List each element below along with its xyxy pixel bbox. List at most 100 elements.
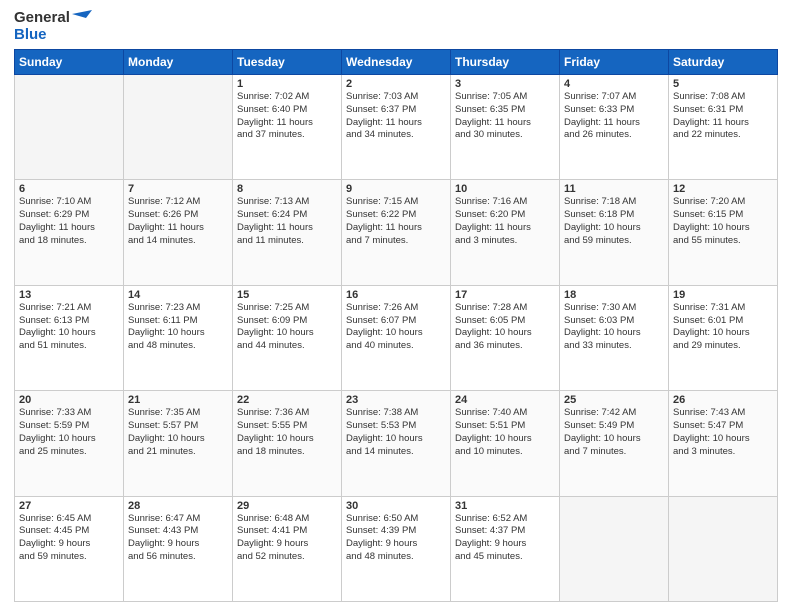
- cell-content: Sunrise: 7:42 AMSunset: 5:49 PMDaylight:…: [564, 407, 664, 458]
- cell-content: Sunrise: 7:02 AMSunset: 6:40 PMDaylight:…: [237, 91, 337, 142]
- calendar-cell: 11Sunrise: 7:18 AMSunset: 6:18 PMDayligh…: [560, 180, 669, 285]
- cell-content: Sunrise: 7:23 AMSunset: 6:11 PMDaylight:…: [128, 302, 228, 353]
- daylight-minutes-text: and 45 minutes.: [455, 551, 555, 564]
- daylight-minutes-text: and 33 minutes.: [564, 340, 664, 353]
- day-number: 8: [237, 183, 337, 195]
- sunset-text: Sunset: 5:47 PM: [673, 420, 773, 433]
- daylight-text: Daylight: 9 hours: [128, 538, 228, 551]
- calendar-cell: 4Sunrise: 7:07 AMSunset: 6:33 PMDaylight…: [560, 75, 669, 180]
- day-number: 14: [128, 289, 228, 301]
- sunset-text: Sunset: 6:09 PM: [237, 315, 337, 328]
- sunset-text: Sunset: 6:22 PM: [346, 209, 446, 222]
- day-number: 18: [564, 289, 664, 301]
- daylight-text: Daylight: 10 hours: [237, 433, 337, 446]
- sunset-text: Sunset: 4:43 PM: [128, 525, 228, 538]
- calendar-cell: 16Sunrise: 7:26 AMSunset: 6:07 PMDayligh…: [342, 285, 451, 390]
- sunset-text: Sunset: 6:20 PM: [455, 209, 555, 222]
- logo-container: General Blue: [14, 10, 92, 43]
- sunrise-text: Sunrise: 7:18 AM: [564, 196, 664, 209]
- daylight-text: Daylight: 9 hours: [19, 538, 119, 551]
- sunrise-text: Sunrise: 7:36 AM: [237, 407, 337, 420]
- calendar-cell: 1Sunrise: 7:02 AMSunset: 6:40 PMDaylight…: [233, 75, 342, 180]
- sunrise-text: Sunrise: 7:40 AM: [455, 407, 555, 420]
- sunset-text: Sunset: 6:11 PM: [128, 315, 228, 328]
- sunset-text: Sunset: 6:18 PM: [564, 209, 664, 222]
- sunset-text: Sunset: 4:45 PM: [19, 525, 119, 538]
- cell-content: Sunrise: 7:07 AMSunset: 6:33 PMDaylight:…: [564, 91, 664, 142]
- sunset-text: Sunset: 4:37 PM: [455, 525, 555, 538]
- sunrise-text: Sunrise: 7:10 AM: [19, 196, 119, 209]
- sunrise-text: Sunrise: 7:05 AM: [455, 91, 555, 104]
- daylight-text: Daylight: 10 hours: [673, 222, 773, 235]
- daylight-minutes-text: and 3 minutes.: [455, 235, 555, 248]
- daylight-minutes-text: and 37 minutes.: [237, 129, 337, 142]
- sunrise-text: Sunrise: 7:16 AM: [455, 196, 555, 209]
- sunrise-text: Sunrise: 7:28 AM: [455, 302, 555, 315]
- sunrise-text: Sunrise: 7:13 AM: [237, 196, 337, 209]
- calendar-week-row: 27Sunrise: 6:45 AMSunset: 4:45 PMDayligh…: [15, 496, 778, 601]
- daylight-minutes-text: and 59 minutes.: [564, 235, 664, 248]
- sunset-text: Sunset: 6:05 PM: [455, 315, 555, 328]
- calendar-cell: 25Sunrise: 7:42 AMSunset: 5:49 PMDayligh…: [560, 391, 669, 496]
- sunrise-text: Sunrise: 7:43 AM: [673, 407, 773, 420]
- sunrise-text: Sunrise: 7:33 AM: [19, 407, 119, 420]
- day-number: 12: [673, 183, 773, 195]
- sunset-text: Sunset: 6:33 PM: [564, 104, 664, 117]
- sunrise-text: Sunrise: 7:31 AM: [673, 302, 773, 315]
- sunrise-text: Sunrise: 6:47 AM: [128, 513, 228, 526]
- sunset-text: Sunset: 6:13 PM: [19, 315, 119, 328]
- calendar-week-row: 20Sunrise: 7:33 AMSunset: 5:59 PMDayligh…: [15, 391, 778, 496]
- sunrise-text: Sunrise: 7:26 AM: [346, 302, 446, 315]
- sunset-text: Sunset: 5:49 PM: [564, 420, 664, 433]
- daylight-minutes-text: and 25 minutes.: [19, 446, 119, 459]
- weekday-header: Wednesday: [342, 50, 451, 75]
- daylight-minutes-text: and 36 minutes.: [455, 340, 555, 353]
- daylight-text: Daylight: 11 hours: [237, 222, 337, 235]
- calendar-cell: 12Sunrise: 7:20 AMSunset: 6:15 PMDayligh…: [669, 180, 778, 285]
- daylight-minutes-text: and 11 minutes.: [237, 235, 337, 248]
- calendar-cell: 15Sunrise: 7:25 AMSunset: 6:09 PMDayligh…: [233, 285, 342, 390]
- sunrise-text: Sunrise: 7:42 AM: [564, 407, 664, 420]
- sunset-text: Sunset: 5:51 PM: [455, 420, 555, 433]
- day-number: 15: [237, 289, 337, 301]
- day-number: 4: [564, 78, 664, 90]
- daylight-text: Daylight: 10 hours: [673, 327, 773, 340]
- daylight-text: Daylight: 10 hours: [128, 433, 228, 446]
- daylight-text: Daylight: 11 hours: [455, 222, 555, 235]
- cell-content: Sunrise: 7:12 AMSunset: 6:26 PMDaylight:…: [128, 196, 228, 247]
- cell-content: Sunrise: 7:21 AMSunset: 6:13 PMDaylight:…: [19, 302, 119, 353]
- cell-content: Sunrise: 6:45 AMSunset: 4:45 PMDaylight:…: [19, 513, 119, 564]
- daylight-minutes-text: and 52 minutes.: [237, 551, 337, 564]
- sunset-text: Sunset: 5:57 PM: [128, 420, 228, 433]
- sunset-text: Sunset: 6:40 PM: [237, 104, 337, 117]
- weekday-header: Saturday: [669, 50, 778, 75]
- calendar-cell: 10Sunrise: 7:16 AMSunset: 6:20 PMDayligh…: [451, 180, 560, 285]
- daylight-minutes-text: and 14 minutes.: [128, 235, 228, 248]
- sunrise-text: Sunrise: 7:07 AM: [564, 91, 664, 104]
- weekday-header: Monday: [124, 50, 233, 75]
- day-number: 20: [19, 394, 119, 406]
- day-number: 3: [455, 78, 555, 90]
- calendar-cell: [669, 496, 778, 601]
- daylight-minutes-text: and 30 minutes.: [455, 129, 555, 142]
- logo: General Blue: [14, 10, 92, 43]
- calendar-cell: 24Sunrise: 7:40 AMSunset: 5:51 PMDayligh…: [451, 391, 560, 496]
- sunset-text: Sunset: 5:53 PM: [346, 420, 446, 433]
- daylight-text: Daylight: 10 hours: [346, 327, 446, 340]
- sunset-text: Sunset: 6:24 PM: [237, 209, 337, 222]
- sunrise-text: Sunrise: 7:23 AM: [128, 302, 228, 315]
- cell-content: Sunrise: 7:30 AMSunset: 6:03 PMDaylight:…: [564, 302, 664, 353]
- sunrise-text: Sunrise: 7:20 AM: [673, 196, 773, 209]
- sunrise-text: Sunrise: 6:50 AM: [346, 513, 446, 526]
- calendar-cell: 17Sunrise: 7:28 AMSunset: 6:05 PMDayligh…: [451, 285, 560, 390]
- sunrise-text: Sunrise: 7:02 AM: [237, 91, 337, 104]
- sunset-text: Sunset: 6:26 PM: [128, 209, 228, 222]
- calendar-cell: 6Sunrise: 7:10 AMSunset: 6:29 PMDaylight…: [15, 180, 124, 285]
- cell-content: Sunrise: 7:16 AMSunset: 6:20 PMDaylight:…: [455, 196, 555, 247]
- daylight-minutes-text: and 59 minutes.: [19, 551, 119, 564]
- daylight-minutes-text: and 48 minutes.: [346, 551, 446, 564]
- day-number: 17: [455, 289, 555, 301]
- day-number: 29: [237, 500, 337, 512]
- day-number: 25: [564, 394, 664, 406]
- sunset-text: Sunset: 6:03 PM: [564, 315, 664, 328]
